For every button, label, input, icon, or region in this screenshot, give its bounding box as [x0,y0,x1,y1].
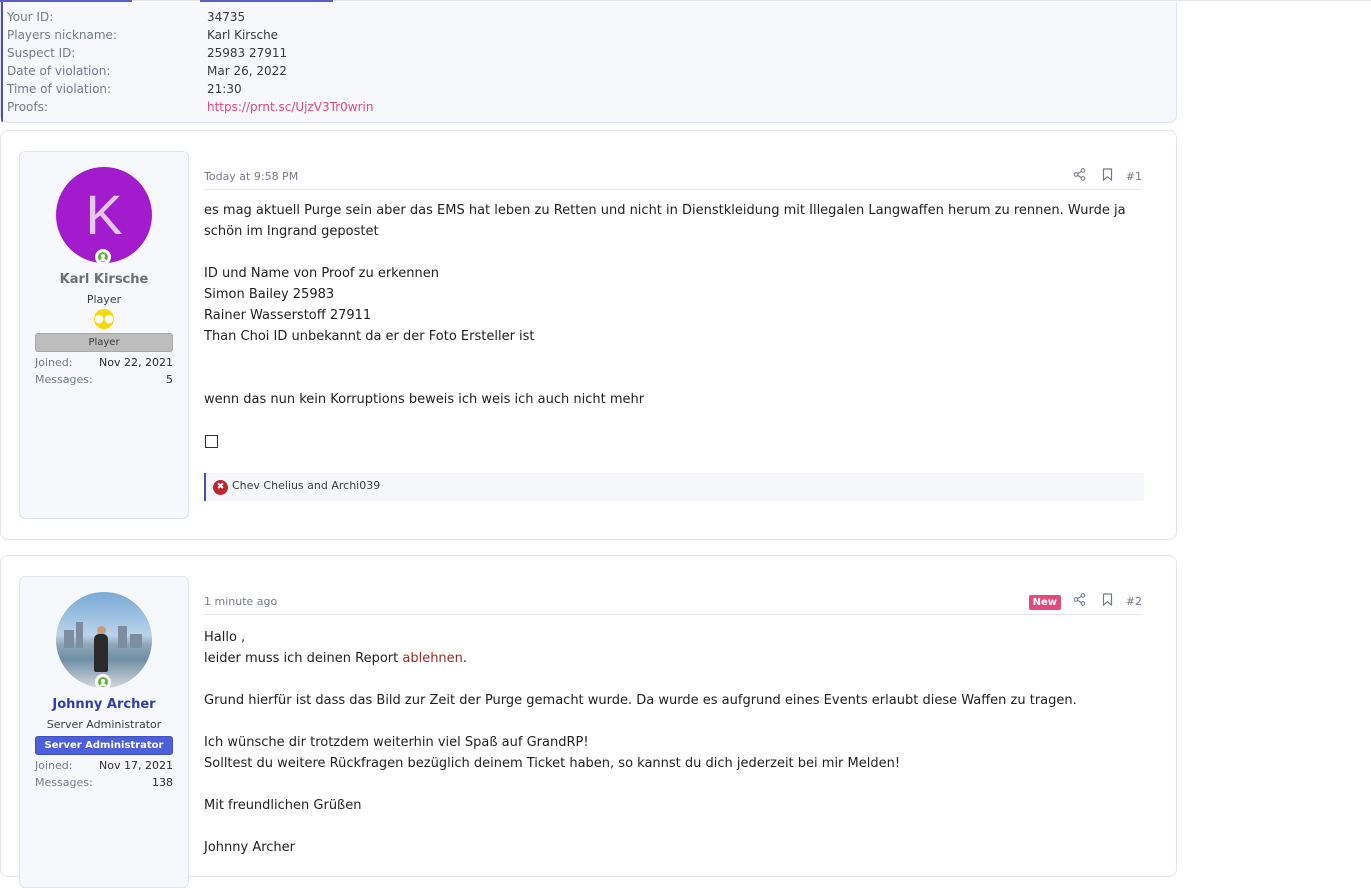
user-title: Player [86,293,122,306]
info-label: Players nickname: [7,28,117,42]
share-icon[interactable] [1073,593,1086,611]
post-number[interactable]: #1 [1126,168,1142,186]
post-text: Johnny Archer [204,840,296,855]
info-label: Suspect ID: [7,46,76,60]
post-body: Hallo , leider muss ich deinen Report ab… [204,627,1077,858]
user-info-box: K Karl Kirsche Player ●● Player Joined: … [19,151,189,519]
stat-label: Joined: [35,356,73,369]
proof-link[interactable]: https://prnt.sc/UjzV3Tr0wrin [207,98,607,116]
post-text: wenn das nun kein Korruptions beweis ich… [204,392,645,407]
post-text: schön im Ingrand gepostet [204,224,379,239]
online-icon [95,674,111,690]
post-date[interactable]: Today at 9:58 PM [204,170,298,183]
post-header: 1 minute ago New #2 [204,589,1142,615]
username[interactable]: Karl Kirsche [20,272,188,287]
info-value: Mar 26, 2022 [207,64,287,78]
post-date[interactable]: 1 minute ago [204,595,277,608]
stat-label: Joined: [35,759,73,772]
post-text: leider muss ich deinen Report ablehnen. [204,648,1077,669]
share-icon[interactable] [1073,168,1086,186]
stat-value: Nov 22, 2021 [99,356,173,369]
info-value: Karl Kirsche [207,28,279,42]
post-text: Than Choi ID unbekannt da er der Foto Er… [204,329,535,344]
stat-value: 5 [166,373,173,386]
stat-value: 138 [152,776,173,789]
info-value: 21:30 [207,82,242,96]
stat-messages: Messages: 5 [35,372,173,388]
user-banner: Server Administrator [35,736,173,755]
post-body: es mag aktuell Purge sein aber das EMS h… [204,200,1126,410]
new-badge: New [1028,595,1061,610]
post-text: es mag aktuell Purge sein aber das EMS h… [204,203,1126,218]
top-nav-bar [0,0,1371,2]
post: K Karl Kirsche Player ●● Player Joined: … [0,130,1177,540]
info-label: Date of violation: [7,64,111,78]
post-text: Rainer Wasserstoff 27911 [204,308,372,323]
online-icon [95,249,111,265]
unchecked-box [205,435,218,448]
group-badge-icon: ●● [94,309,114,329]
post: Johnny Archer Server Administrator Serve… [0,555,1177,888]
stat-label: Messages: [35,776,93,789]
post-text-part: leider muss ich deinen Report [204,651,403,666]
info-value: 34735 [207,10,246,24]
info-label: Time of violation: [7,82,112,96]
user-banner: Player [35,333,173,352]
username[interactable]: Johnny Archer [20,697,188,712]
user-title: Server Administrator [46,718,162,731]
post-text: Simon Bailey 25983 [204,287,335,302]
quote-edge [1,2,3,122]
post-text: ID und Name von Proof zu erkennen [204,266,439,281]
info-label: Proofs: [7,100,48,114]
post-header: Today at 9:58 PM #1 [204,164,1142,190]
post-text: Mit freundlichen Grüßen [204,798,362,813]
post-text: Grund hierfür ist dass das Bild zur Zeit… [204,693,1077,708]
post-text: Solltest du weitere Rückfragen bezüglich… [204,756,901,771]
stat-messages: Messages: 138 [35,775,173,791]
post-text: Hallo , [204,630,246,645]
reactions-bar[interactable]: ✖ Chev Chelius and Archi039 [204,473,1144,501]
highlighted-word: ablehnen [402,651,463,666]
bookmark-icon[interactable] [1102,593,1113,611]
info-label: Your ID: [7,10,54,24]
stat-joined: Joined: Nov 17, 2021 [35,758,173,774]
post-number[interactable]: #2 [1126,593,1142,611]
post-text-part: . [462,651,468,666]
stat-label: Messages: [35,373,93,386]
report-info-card: Your ID: 34735 Players nickname: Karl Ki… [0,2,1177,123]
bookmark-icon[interactable] [1102,168,1113,186]
reactions-text[interactable]: Chev Chelius and Archi039 [232,479,380,492]
reaction-icon: ✖ [213,480,228,495]
stat-joined: Joined: Nov 22, 2021 [35,355,173,371]
info-value: 25983 27911 [207,46,288,60]
user-info-box: Johnny Archer Server Administrator Serve… [19,576,189,888]
post-text: Ich wünsche dir trotzdem weiterhin viel … [204,735,589,750]
stat-value: Nov 17, 2021 [99,759,173,772]
